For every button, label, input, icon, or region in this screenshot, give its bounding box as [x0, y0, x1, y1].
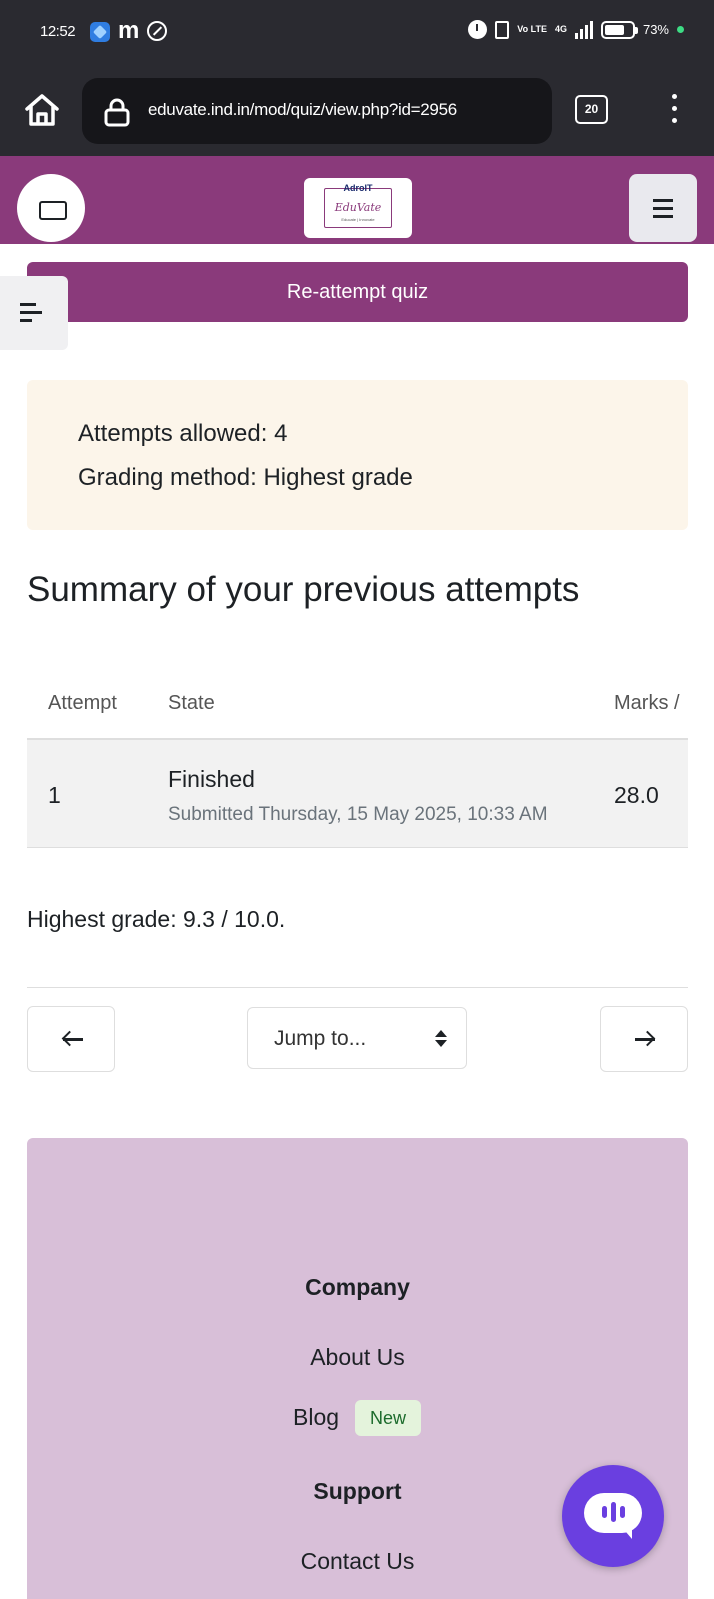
new-badge: New [355, 1400, 421, 1436]
chat-button[interactable] [562, 1465, 664, 1567]
grading-method: Grading method: Highest grade [78, 464, 413, 491]
course-drawer-button[interactable] [17, 174, 85, 242]
browser-toolbar: eduvate.ind.in/mod/quiz/view.php?id=2956… [0, 64, 714, 156]
address-bar[interactable]: eduvate.ind.in/mod/quiz/view.php?id=2956 [82, 78, 552, 144]
attempts-allowed: Attempts allowed: 4 [78, 420, 288, 447]
app-m-icon: m [118, 17, 140, 44]
logo-sub-text: Educate | Innovate [341, 217, 375, 222]
status-bar: 12:52 m Vo LTE 4G 73% [0, 0, 714, 64]
battery-percent: 73% [642, 22, 669, 37]
attempt-submitted: Submitted Thursday, 15 May 2025, 10:33 A… [168, 804, 548, 825]
volte-label: Vo LTE [517, 24, 547, 34]
app-notification-icon [90, 22, 110, 42]
attempt-marks: 28.0 [614, 782, 659, 808]
table-header-attempt: Attempt [48, 692, 117, 714]
next-activity-button[interactable] [600, 1006, 688, 1072]
reattempt-quiz-button[interactable]: Re-attempt quiz [27, 262, 688, 322]
network-type-label: 4G [554, 24, 567, 34]
footer-blog-row: Blog New [0, 1400, 714, 1440]
vibrate-icon [495, 20, 510, 39]
quiz-info-box: Attempts allowed: 4 Grading method: High… [27, 380, 688, 530]
browser-menu-icon[interactable] [664, 94, 684, 128]
data-saver-icon [147, 21, 167, 41]
logo-top-text: AdroIT [343, 183, 373, 193]
course-index-toggle[interactable] [0, 276, 68, 350]
jump-to-label: Jump to... [274, 1027, 367, 1050]
logo-main-text: EduVate [334, 201, 382, 214]
lock-icon[interactable] [104, 97, 130, 127]
summary-heading: Summary of your previous attempts [27, 570, 580, 609]
footer-about-link[interactable]: About Us [27, 1344, 688, 1371]
divider [27, 987, 688, 988]
select-updown-icon [435, 1030, 447, 1050]
chat-icon [584, 1493, 642, 1539]
status-time: 12:52 [40, 23, 76, 40]
highest-grade: Highest grade: 9.3 / 10.0. [27, 906, 286, 932]
active-dot-icon [677, 26, 684, 33]
previous-activity-button[interactable] [27, 1006, 115, 1072]
main-menu-button[interactable] [629, 174, 697, 242]
status-indicators: Vo LTE 4G 73% [468, 20, 684, 39]
alarm-icon [468, 20, 488, 39]
tab-switcher-button[interactable]: 20 [575, 95, 608, 124]
table-header-state: State [168, 692, 215, 714]
site-logo[interactable]: AdroIT EduVate Educate | Innovate [304, 178, 412, 238]
table-row: 1 Finished Submitted Thursday, 15 May 20… [27, 740, 688, 848]
signal-icon [574, 20, 593, 39]
footer-company-heading: Company [305, 1274, 410, 1300]
url-text[interactable]: eduvate.ind.in/mod/quiz/view.php?id=2956 [148, 100, 457, 120]
attempt-state: Finished [168, 766, 255, 792]
logo-frame: AdroIT EduVate Educate | Innovate [324, 183, 392, 228]
table-header-marks: Marks / [614, 692, 680, 714]
home-icon[interactable] [22, 90, 62, 130]
footer-blog-link[interactable]: Blog [293, 1404, 339, 1431]
attempt-number: 1 [48, 782, 61, 808]
site-header: AdroIT EduVate Educate | Innovate [0, 156, 714, 244]
battery-icon [600, 20, 638, 39]
jump-to-select[interactable]: Jump to... [247, 1007, 467, 1069]
